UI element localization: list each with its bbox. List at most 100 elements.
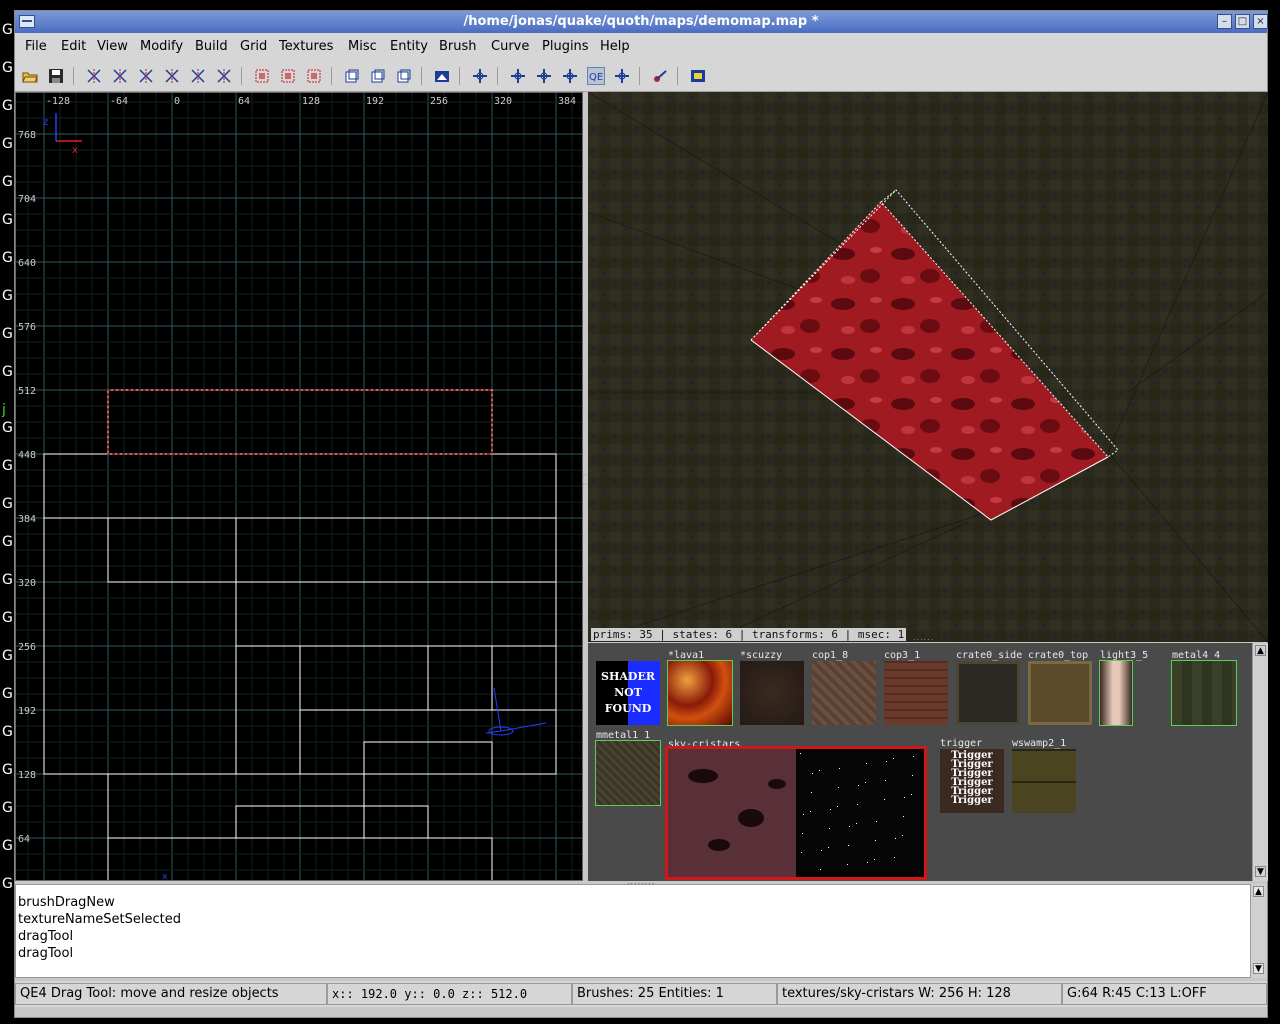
texture-name: mmetal1_1 bbox=[596, 730, 651, 741]
texture-tile[interactable]: SHADER NOT FOUND bbox=[596, 661, 660, 725]
grid-2d[interactable]: -128 -64 0 64 128 192 256 320 384 768 704 640 576 512… bbox=[16, 93, 583, 881]
terminal-strip-letter: G bbox=[2, 572, 13, 588]
menu-edit[interactable]: Edit bbox=[61, 39, 86, 54]
star-dot bbox=[876, 821, 877, 822]
open-icon[interactable] bbox=[21, 67, 39, 85]
texture-tile[interactable] bbox=[667, 660, 733, 726]
csg-merge-icon[interactable] bbox=[369, 67, 387, 85]
z-tick-label: 128 bbox=[18, 770, 36, 781]
texture-label-line: FOUND bbox=[604, 702, 652, 715]
texture-tile[interactable] bbox=[595, 740, 661, 806]
terminal-strip-letter: G bbox=[2, 686, 13, 702]
x-tick-label: 384 bbox=[558, 96, 576, 107]
maximize-icon[interactable]: □ bbox=[1235, 14, 1250, 29]
x-tick-label: -128 bbox=[46, 96, 70, 107]
menu-grid[interactable]: Grid bbox=[240, 39, 267, 54]
terminal-strip-letter: G bbox=[2, 762, 13, 778]
make-hollow-icon[interactable] bbox=[395, 67, 413, 85]
menu-plugins[interactable]: Plugins bbox=[542, 39, 589, 54]
camera-stats: prims: 35 | states: 6 | transforms: 6 | … bbox=[591, 628, 907, 641]
select-touching-icon[interactable] bbox=[279, 67, 297, 85]
menu-entity[interactable]: Entity bbox=[390, 39, 428, 54]
texture-scrollbar[interactable]: ▲ ▼ bbox=[1252, 643, 1268, 881]
qe-drag-icon[interactable]: QE bbox=[587, 67, 605, 85]
texture-tile[interactable] bbox=[740, 661, 804, 725]
menu-curve[interactable]: Curve bbox=[491, 39, 529, 54]
star-dot bbox=[895, 838, 896, 839]
horizontal-splitter[interactable]: ...... bbox=[913, 633, 934, 642]
terminal-strip-letter: G bbox=[2, 610, 13, 626]
rotate-x-icon[interactable] bbox=[163, 67, 181, 85]
menu-build[interactable]: Build bbox=[195, 39, 228, 54]
star-dot bbox=[839, 768, 840, 769]
star-dot bbox=[829, 828, 830, 829]
rotate-y-icon[interactable] bbox=[189, 67, 207, 85]
texture-tile[interactable] bbox=[956, 661, 1020, 725]
title-bar[interactable]: /home/jonas/quake/quoth/maps/demomap.map… bbox=[15, 11, 1268, 33]
console-log[interactable]: brushDragNew textureNameSetSelected dragTo… bbox=[15, 884, 1251, 978]
menu-brush[interactable]: Brush bbox=[439, 39, 477, 54]
terminal-strip-letter: G bbox=[2, 496, 13, 512]
texture-tile[interactable] bbox=[812, 661, 876, 725]
texture-name: crate0_side bbox=[956, 650, 1023, 661]
flip-z-icon[interactable] bbox=[137, 67, 155, 85]
texture-tile[interactable] bbox=[884, 661, 948, 725]
select-complete-tall-icon[interactable] bbox=[253, 67, 271, 85]
star-dot bbox=[893, 758, 894, 759]
texture-tile[interactable] bbox=[1012, 749, 1076, 813]
texture-name: wswamp2_1 bbox=[1012, 738, 1067, 749]
texture-tile[interactable] bbox=[1028, 661, 1092, 725]
x-tick-label: 256 bbox=[430, 96, 448, 107]
menu-textures[interactable]: Textures bbox=[279, 39, 333, 54]
console-scroll-down-icon[interactable]: ▼ bbox=[1253, 963, 1264, 974]
texture-name: *scuzzy bbox=[740, 650, 783, 661]
console-scrollbar[interactable]: ▲ ▼ bbox=[1251, 884, 1267, 978]
star-dot bbox=[866, 763, 867, 764]
save-icon[interactable] bbox=[47, 67, 65, 85]
translate-icon[interactable] bbox=[509, 67, 527, 85]
select-partial-tall-icon[interactable] bbox=[305, 67, 323, 85]
flip-y-icon[interactable] bbox=[111, 67, 129, 85]
texture-tile[interactable] bbox=[1099, 660, 1133, 726]
status-tool: QE4 Drag Tool: move and resize objects bbox=[15, 983, 327, 1005]
texture-tile[interactable] bbox=[665, 746, 927, 880]
scale-icon[interactable] bbox=[561, 67, 579, 85]
texture-browser[interactable]: SHADER NOT FOUND *lava1 *scuzzy cop1_8 cop3_1 c… bbox=[588, 643, 1252, 881]
texture-tile[interactable]: Trigger Trigger Trigger Trigger Trigger Trigg… bbox=[940, 749, 1004, 813]
terminal-strip: GGGGGGGGGGjGGGGGGGGGGGGG bbox=[0, 0, 14, 1024]
texture-detail bbox=[738, 809, 764, 827]
close-icon[interactable]: × bbox=[1253, 14, 1268, 29]
flip-x-icon[interactable] bbox=[85, 67, 103, 85]
minimize-icon[interactable]: – bbox=[1217, 14, 1232, 29]
clipper-icon[interactable] bbox=[651, 67, 669, 85]
rotate-z-icon[interactable] bbox=[215, 67, 233, 85]
texture-tile[interactable] bbox=[1171, 660, 1237, 726]
menu-view[interactable]: View bbox=[97, 39, 128, 54]
menu-help[interactable]: Help bbox=[600, 39, 630, 54]
star-dot bbox=[812, 773, 813, 774]
camera-render[interactable] bbox=[588, 92, 1268, 642]
console-line: textureNameSetSelected bbox=[18, 912, 182, 927]
star-dot bbox=[848, 845, 849, 846]
camera-icon[interactable] bbox=[689, 67, 707, 85]
texture-lock-icon[interactable] bbox=[471, 67, 489, 85]
menu-modify[interactable]: Modify bbox=[140, 39, 183, 54]
view-change-icon[interactable] bbox=[433, 67, 451, 85]
star-dot bbox=[858, 785, 859, 786]
csg-subtract-icon[interactable] bbox=[343, 67, 361, 85]
texture-label-line: NOT bbox=[614, 686, 642, 699]
star-dot bbox=[867, 862, 868, 863]
rotate-icon[interactable] bbox=[535, 67, 553, 85]
camera-view[interactable]: prims: 35 | states: 6 | transforms: 6 | … bbox=[588, 92, 1268, 642]
scroll-up-icon[interactable]: ▲ bbox=[1255, 645, 1266, 656]
xz-view[interactable]: -128 -64 0 64 128 192 256 320 384 768 704 640 576 512… bbox=[15, 92, 583, 881]
patch-icon[interactable] bbox=[613, 67, 631, 85]
menu-misc[interactable]: Misc bbox=[348, 39, 377, 54]
menu-file[interactable]: File bbox=[25, 39, 47, 54]
z-tick-label: 768 bbox=[18, 130, 36, 141]
console-scroll-up-icon[interactable]: ▲ bbox=[1253, 886, 1264, 897]
star-dot bbox=[913, 756, 914, 757]
scroll-down-icon[interactable]: ▼ bbox=[1255, 866, 1266, 877]
star-dot bbox=[856, 823, 857, 824]
camera-marker[interactable] bbox=[485, 687, 547, 736]
